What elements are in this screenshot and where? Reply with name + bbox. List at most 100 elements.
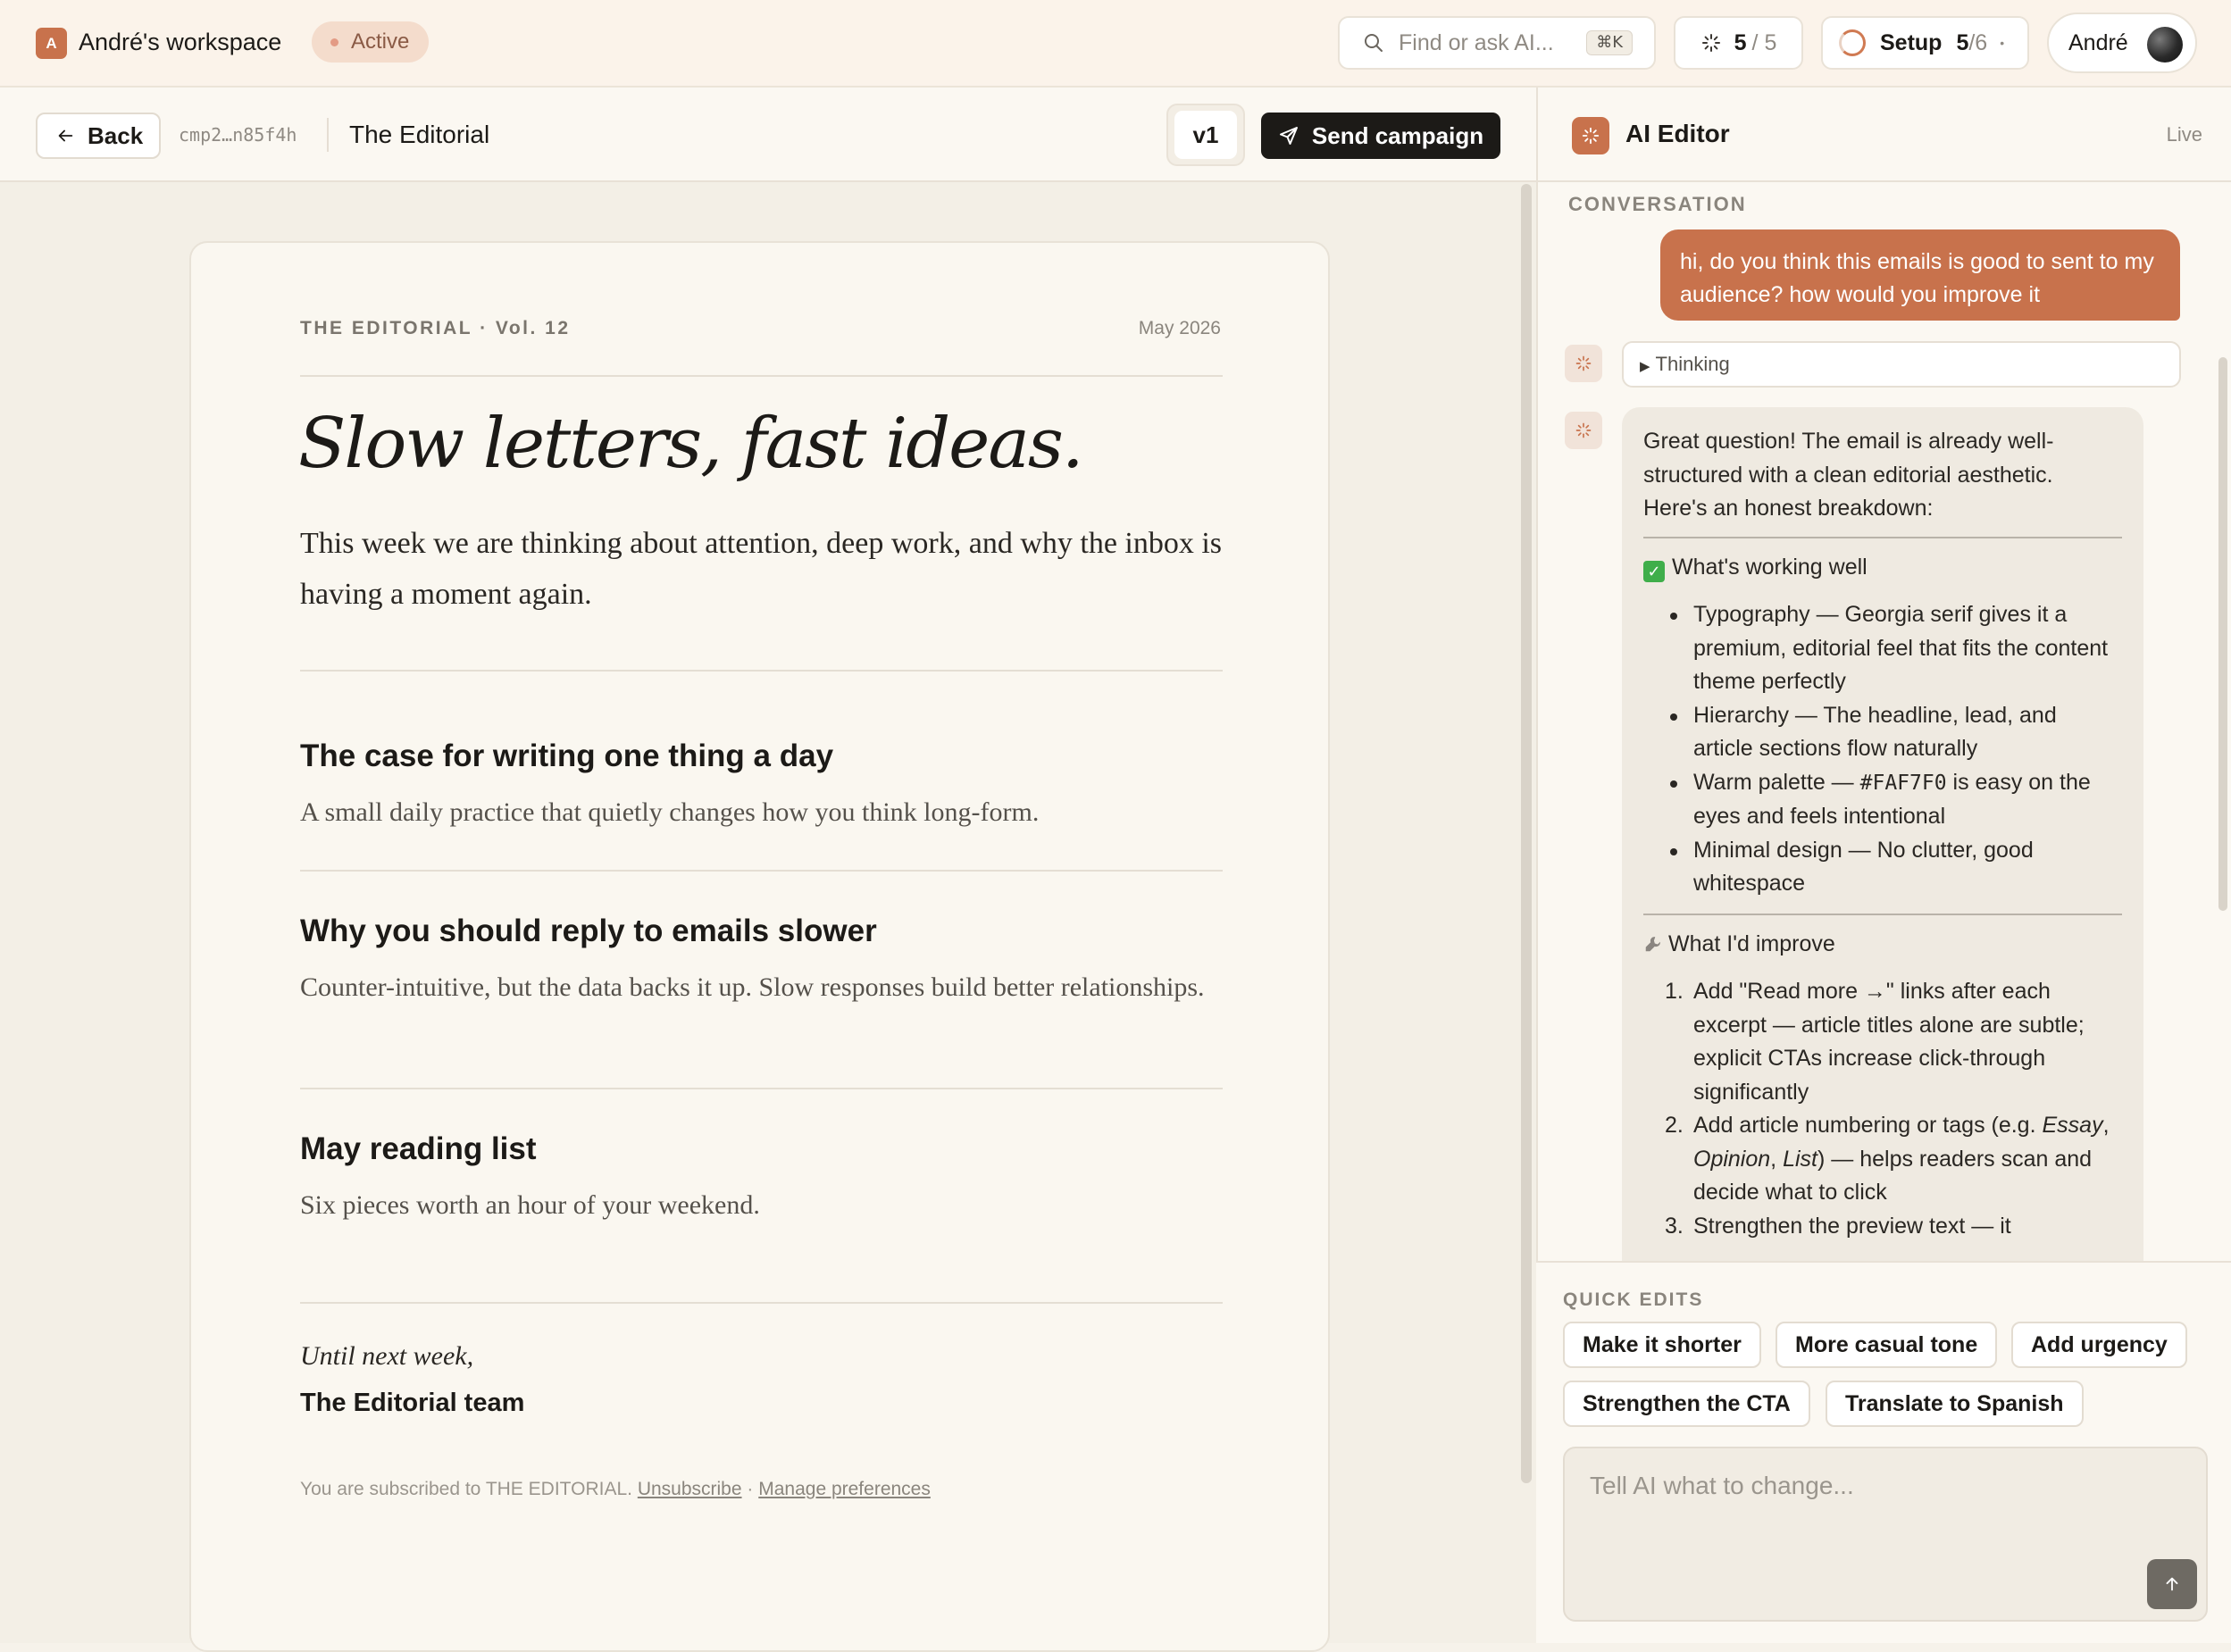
tag-essay: Essay bbox=[2042, 1113, 2103, 1138]
email-date: May 2026 bbox=[1138, 318, 1221, 338]
comma: , bbox=[2102, 1113, 2110, 1138]
divider bbox=[300, 375, 1223, 377]
article-1[interactable]: The case for writing one thing a day A s… bbox=[300, 738, 1229, 834]
list-item: 3. Strengthen the preview text — it bbox=[1665, 1210, 2122, 1244]
checkmark-icon: ✓ bbox=[1643, 560, 1665, 582]
credits-used: 5 bbox=[1734, 29, 1747, 55]
divider bbox=[300, 1088, 1223, 1089]
avatar bbox=[2147, 27, 2183, 63]
user-message: hi, do you think this emails is good to … bbox=[1660, 229, 2180, 321]
top-bar: A André's workspace Active Find or ask A… bbox=[0, 0, 2231, 88]
workspace-logo[interactable]: A bbox=[36, 28, 67, 59]
article-title[interactable]: The case for writing one thing a day bbox=[300, 738, 1229, 774]
ai-sparkle-icon bbox=[1565, 345, 1602, 382]
ai-prompt-input[interactable] bbox=[1565, 1448, 2206, 1620]
version-label: v1 bbox=[1174, 111, 1237, 159]
ai-panel-scrollbar[interactable] bbox=[2218, 357, 2227, 911]
quick-edit-chip[interactable]: Add urgency bbox=[2011, 1322, 2187, 1368]
send-prompt-button[interactable] bbox=[2147, 1559, 2197, 1609]
setup-progress-ring bbox=[1839, 29, 1866, 56]
tag-opinion: Opinion bbox=[1693, 1146, 1771, 1172]
setup-progress-button[interactable]: Setup 5/6 • bbox=[1821, 16, 2029, 70]
unsubscribe-link[interactable]: Unsubscribe bbox=[638, 1479, 742, 1499]
list-item-text: Strengthen the preview text — it bbox=[1693, 1213, 2011, 1239]
working-heading: ✓ What's working well bbox=[1643, 551, 2122, 585]
article-excerpt: A small daily practice that quietly chan… bbox=[300, 797, 1040, 827]
divider bbox=[1643, 536, 2122, 538]
ai-reply: Great question! The email is already wel… bbox=[1622, 407, 2143, 1263]
conversation-label: CONVERSATION bbox=[1568, 193, 1747, 215]
quick-edit-chip[interactable]: Make it shorter bbox=[1563, 1322, 1761, 1368]
arrow-left-icon bbox=[58, 129, 73, 142]
article-2[interactable]: Why you should reply to emails slower Co… bbox=[300, 914, 1229, 1009]
improve-heading: What I'd improve bbox=[1643, 928, 2122, 962]
list-number: 1. bbox=[1665, 979, 1684, 1004]
ai-panel-title: AI Editor bbox=[1625, 120, 1730, 147]
campaign-name[interactable]: The Editorial bbox=[349, 121, 489, 149]
workspace-name[interactable]: André's workspace bbox=[79, 29, 281, 56]
list-number: 3. bbox=[1665, 1213, 1684, 1239]
palette-pre: Warm palette — bbox=[1693, 769, 1860, 795]
quick-edit-chip[interactable]: More casual tone bbox=[1776, 1322, 1998, 1368]
reply-intro: Great question! The email is already wel… bbox=[1643, 429, 2054, 521]
list-item: Minimal design — No clutter, good whites… bbox=[1670, 834, 2122, 901]
email-headline[interactable]: Slow letters, fast ideas. bbox=[298, 404, 1084, 484]
list-item-text: Add article numbering or tags (e.g. bbox=[1693, 1113, 2043, 1138]
editor-header: Back cmp2…n85f4h The Editorial v1 Send c… bbox=[0, 88, 1536, 182]
list-item: Warm palette — #FAF7F0 is easy on the ey… bbox=[1670, 766, 2122, 834]
quick-edit-chip[interactable]: Strengthen the CTA bbox=[1563, 1381, 1810, 1427]
setup-count: 5/6 bbox=[1956, 30, 1987, 56]
arrow-up-icon bbox=[2166, 1577, 2178, 1591]
list-number: 2. bbox=[1665, 1113, 1684, 1138]
thinking-label: Thinking bbox=[1655, 353, 1730, 375]
credits-total: / 5 bbox=[1751, 29, 1777, 55]
email-footer: You are subscribed to THE EDITORIAL. Uns… bbox=[300, 1479, 931, 1500]
ai-prompt-box bbox=[1563, 1447, 2208, 1622]
chevron-down-icon: • bbox=[2000, 36, 2005, 50]
list-item: Typography — Georgia serif gives it a pr… bbox=[1670, 598, 2122, 699]
tag-list: List bbox=[1783, 1146, 1817, 1172]
wrench-icon bbox=[1645, 936, 1660, 951]
working-list: Typography — Georgia serif gives it a pr… bbox=[1670, 598, 2122, 901]
email-team: The Editorial team bbox=[300, 1389, 525, 1417]
email-preview: THE EDITORIAL · Vol. 12 May 2026 Slow le… bbox=[189, 241, 1330, 1652]
search-placeholder[interactable]: Find or ask AI... bbox=[1399, 30, 1554, 56]
article-title[interactable]: May reading list bbox=[300, 1131, 1229, 1167]
working-title: What's working well bbox=[1672, 554, 1868, 580]
user-menu[interactable]: André bbox=[2047, 13, 2197, 73]
thinking-toggle[interactable]: ▶ Thinking bbox=[1622, 341, 2181, 388]
ai-sparkle-icon bbox=[1572, 117, 1609, 154]
search-bar[interactable]: Find or ask AI... ⌘K bbox=[1338, 16, 1656, 70]
setup-done: 5 bbox=[1956, 29, 1969, 55]
list-item: 2. Add article numbering or tags (e.g. Es… bbox=[1665, 1109, 2122, 1210]
status-badge: Active bbox=[312, 21, 430, 63]
campaign-id: cmp2…n85f4h bbox=[179, 124, 297, 146]
quick-edit-chip[interactable]: Translate to Spanish bbox=[1826, 1381, 2084, 1427]
palette-code: #FAF7F0 bbox=[1859, 771, 1947, 795]
search-icon bbox=[1365, 34, 1383, 52]
setup-total: /6 bbox=[1968, 29, 1988, 55]
setup-label: Setup bbox=[1880, 29, 1943, 55]
quick-edits-label: QUICK EDITS bbox=[1563, 1289, 1704, 1310]
article-title[interactable]: Why you should reply to emails slower bbox=[300, 914, 1229, 949]
manage-preferences-link[interactable]: Manage preferences bbox=[758, 1479, 931, 1499]
email-brand: THE EDITORIAL · Vol. 12 bbox=[300, 318, 571, 338]
divider bbox=[300, 670, 1223, 672]
ai-panel-header: AI Editor Live bbox=[1538, 88, 2231, 182]
article-3[interactable]: May reading list Six pieces worth an hou… bbox=[300, 1131, 1229, 1227]
divider bbox=[1643, 913, 2122, 915]
divider bbox=[300, 870, 1223, 872]
divider bbox=[300, 1302, 1223, 1304]
send-campaign-button[interactable]: Send campaign bbox=[1261, 113, 1500, 159]
article-excerpt: Six pieces worth an hour of your weekend… bbox=[300, 1190, 760, 1220]
back-label: Back bbox=[88, 121, 144, 149]
version-button[interactable]: v1 bbox=[1166, 104, 1245, 166]
canvas-scrollbar[interactable] bbox=[1521, 184, 1532, 1483]
credits-counter[interactable]: 5 / 5 bbox=[1674, 16, 1803, 70]
user-name: André bbox=[2068, 29, 2128, 55]
quick-edits: QUICK EDITS Make it shorter More casual … bbox=[1536, 1261, 2231, 1643]
send-label: Send campaign bbox=[1311, 121, 1484, 149]
email-lead[interactable]: This week we are thinking about attentio… bbox=[300, 518, 1229, 620]
back-button[interactable]: Back bbox=[36, 113, 161, 159]
article-excerpt: Counter-intuitive, but the data backs it… bbox=[300, 972, 1205, 1002]
